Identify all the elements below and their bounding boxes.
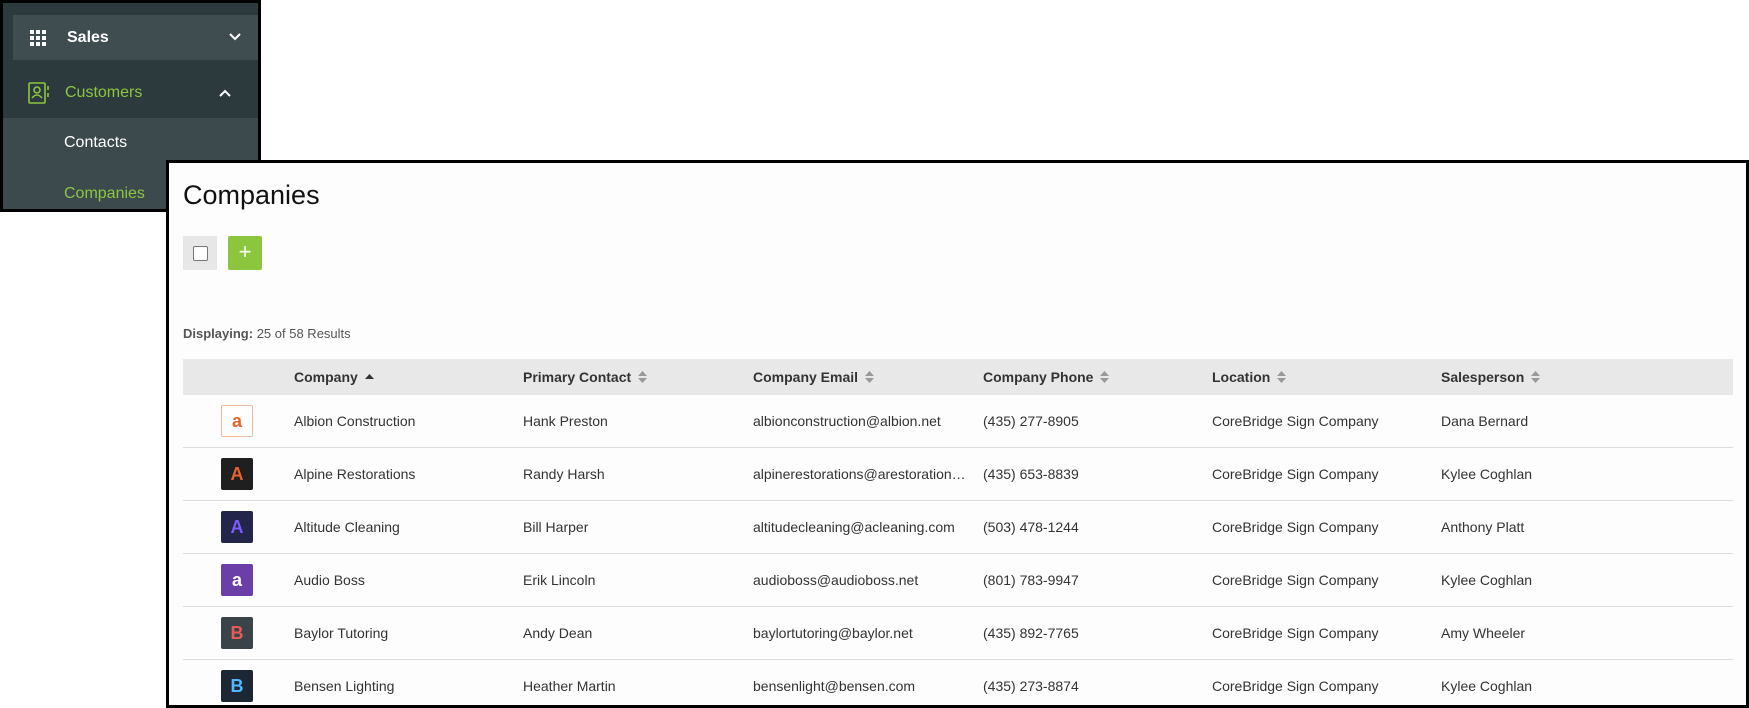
column-header-label: Company Email bbox=[753, 369, 859, 385]
albion-logo-icon: a bbox=[221, 405, 253, 437]
contact-book-icon bbox=[28, 82, 49, 104]
table-row[interactable]: a Albion Construction Hank Preston albionco… bbox=[183, 395, 1733, 448]
location-cell: CoreBridge Sign Company bbox=[1212, 678, 1379, 694]
audioboss-logo-icon: a bbox=[221, 564, 253, 596]
nav-contacts[interactable]: Contacts bbox=[64, 134, 127, 152]
sort-icon bbox=[1531, 371, 1541, 383]
column-header-label: Salesperson bbox=[1441, 369, 1525, 385]
salesperson-cell: Anthony Platt bbox=[1441, 519, 1525, 535]
column-header-primary-contact[interactable]: Primary Contact bbox=[523, 359, 648, 395]
primary-contact-cell: Bill Harper bbox=[523, 519, 589, 535]
location-cell: CoreBridge Sign Company bbox=[1212, 413, 1379, 429]
salesperson-cell: Kylee Coghlan bbox=[1441, 466, 1533, 482]
displaying-label: Displaying: bbox=[183, 326, 254, 341]
page-title: Companies bbox=[183, 180, 320, 210]
primary-contact-cell: Hank Preston bbox=[523, 413, 608, 429]
table-row[interactable]: B Baylor Tutoring Andy Dean baylortutoring@… bbox=[183, 607, 1733, 660]
company-phone-cell: (503) 478-1244 bbox=[983, 519, 1079, 535]
column-header-company-phone[interactable]: Company Phone bbox=[983, 359, 1110, 395]
company-cell: Bensen Lighting bbox=[294, 678, 395, 694]
location-cell: CoreBridge Sign Company bbox=[1212, 519, 1379, 535]
primary-contact-cell: Andy Dean bbox=[523, 625, 593, 641]
company-cell: Altitude Cleaning bbox=[294, 519, 400, 535]
add-company-button[interactable]: + bbox=[228, 236, 262, 270]
column-header-location[interactable]: Location bbox=[1212, 359, 1287, 395]
salesperson-cell: Kylee Coghlan bbox=[1441, 572, 1533, 588]
company-cell: Audio Boss bbox=[294, 572, 365, 588]
table-body: a Albion Construction Hank Preston albionco… bbox=[183, 395, 1733, 705]
sort-icon bbox=[1277, 371, 1287, 383]
bensen-logo-icon: B bbox=[221, 670, 253, 702]
location-cell: CoreBridge Sign Company bbox=[1212, 625, 1379, 641]
nav-sales-label: Sales bbox=[67, 28, 109, 46]
company-email-cell: baylortutoring@baylor.net bbox=[753, 625, 913, 641]
sort-ascending-icon bbox=[364, 374, 374, 379]
company-phone-cell: (435) 653-8839 bbox=[983, 466, 1079, 482]
alpine-logo-icon: A bbox=[221, 458, 253, 490]
chevron-up-icon bbox=[219, 89, 231, 97]
altitude-logo-icon: A bbox=[221, 511, 253, 543]
nav-companies[interactable]: Companies bbox=[64, 185, 145, 203]
sort-icon bbox=[638, 371, 648, 383]
results-count: Displaying: 25 of 58 Results bbox=[183, 326, 351, 341]
chevron-down-icon bbox=[229, 33, 241, 41]
column-header-label: Location bbox=[1212, 369, 1271, 385]
table-row[interactable]: B Bensen Lighting Heather Martin bensenligh… bbox=[183, 660, 1733, 705]
column-header-label: Company bbox=[294, 369, 358, 385]
column-header-company-email[interactable]: Company Email bbox=[753, 359, 875, 395]
company-cell: Albion Construction bbox=[294, 413, 416, 429]
nav-sales[interactable]: Sales bbox=[13, 15, 258, 60]
company-email-cell: audioboss@audioboss.net bbox=[753, 572, 919, 588]
nav-customers-label: Customers bbox=[65, 84, 143, 101]
company-email-cell: albionconstruction@albion.net bbox=[753, 413, 941, 429]
company-cell: Alpine Restorations bbox=[294, 466, 416, 482]
table-row[interactable]: A Alpine Restorations Randy Harsh alpineres… bbox=[183, 448, 1733, 501]
column-header-company[interactable]: Company bbox=[294, 359, 374, 395]
salesperson-cell: Amy Wheeler bbox=[1441, 625, 1526, 641]
salesperson-cell: Dana Bernard bbox=[1441, 413, 1529, 429]
baylor-logo-icon: B bbox=[221, 617, 253, 649]
company-cell: Baylor Tutoring bbox=[294, 625, 389, 641]
company-email-cell: altitudecleaning@acleaning.com bbox=[753, 519, 955, 535]
nav-customers[interactable]: Customers bbox=[3, 68, 258, 118]
salesperson-cell: Kylee Coghlan bbox=[1441, 678, 1533, 694]
company-email-cell: alpinerestorations@arestorations.com bbox=[753, 466, 971, 482]
column-header-label: Company Phone bbox=[983, 369, 1094, 385]
table-row[interactable]: a Audio Boss Erik Lincoln audioboss@audiobo… bbox=[183, 554, 1733, 607]
displaying-value: 25 of 58 Results bbox=[256, 326, 351, 341]
company-phone-cell: (435) 892-7765 bbox=[983, 625, 1079, 641]
column-header-salesperson[interactable]: Salesperson bbox=[1441, 359, 1541, 395]
checkbox-box bbox=[192, 245, 208, 261]
apps-grid-icon bbox=[30, 29, 46, 46]
select-all-checkbox[interactable] bbox=[183, 236, 217, 270]
table-header: Company Primary Contact Company Email Co… bbox=[183, 359, 1733, 395]
primary-contact-cell: Heather Martin bbox=[523, 678, 616, 694]
sort-icon bbox=[1100, 371, 1110, 383]
column-header-label: Primary Contact bbox=[523, 369, 632, 385]
company-phone-cell: (801) 783-9947 bbox=[983, 572, 1079, 588]
company-phone-cell: (435) 273-8874 bbox=[983, 678, 1079, 694]
location-cell: CoreBridge Sign Company bbox=[1212, 572, 1379, 588]
companies-panel: Companies + Displaying: 25 of 58 Results… bbox=[166, 160, 1749, 708]
primary-contact-cell: Erik Lincoln bbox=[523, 572, 596, 588]
sort-icon bbox=[865, 371, 875, 383]
location-cell: CoreBridge Sign Company bbox=[1212, 466, 1379, 482]
table-row[interactable]: A Altitude Cleaning Bill Harper altitudecle… bbox=[183, 501, 1733, 554]
company-phone-cell: (435) 277-8905 bbox=[983, 413, 1079, 429]
company-email-cell: bensenlight@bensen.com bbox=[753, 678, 916, 694]
primary-contact-cell: Randy Harsh bbox=[523, 466, 605, 482]
companies-table: Company Primary Contact Company Email Co… bbox=[183, 359, 1733, 705]
